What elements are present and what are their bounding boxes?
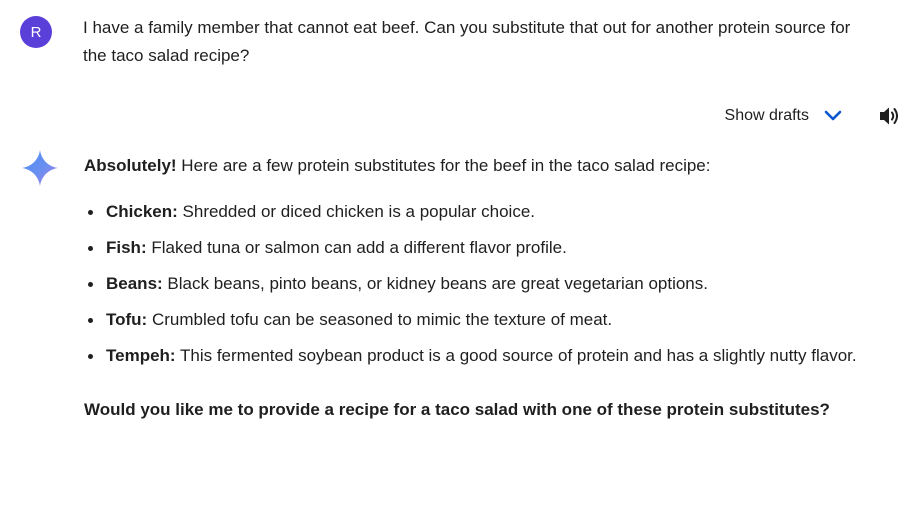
list-item: Fish: Flaked tuna or salmon can add a di…	[84, 234, 884, 262]
response-toolbar: Show drafts	[725, 104, 903, 128]
item-desc: Flaked tuna or salmon can add a differen…	[146, 238, 567, 257]
bullet-icon	[88, 354, 93, 359]
avatar-initial: R	[30, 23, 42, 41]
follow-up-question: Would you like me to provide a recipe fo…	[84, 400, 830, 419]
item-term: Chicken:	[106, 202, 178, 221]
list-item: Beans: Black beans, pinto beans, or kidn…	[84, 270, 884, 298]
bullet-icon	[88, 210, 93, 215]
gemini-sparkle-icon	[22, 150, 58, 186]
intro-bold: Absolutely!	[84, 156, 177, 175]
intro-text: Here are a few protein substitutes for t…	[176, 156, 711, 175]
bullet-icon	[88, 282, 93, 287]
volume-up-icon[interactable]	[877, 104, 903, 128]
substitute-list: Chicken: Shredded or diced chicken is a …	[84, 198, 884, 370]
bullet-icon	[88, 246, 93, 251]
user-avatar[interactable]: R	[20, 16, 52, 48]
user-message-text: I have a family member that cannot eat b…	[83, 18, 851, 65]
item-desc: Shredded or diced chicken is a popular c…	[177, 202, 536, 221]
user-message: R I have a family member that cannot eat…	[20, 14, 900, 70]
chevron-down-icon	[823, 106, 843, 126]
assistant-response: Absolutely! Here are a few protein subst…	[84, 152, 884, 428]
item-term: Beans:	[106, 274, 163, 293]
list-item: Chicken: Shredded or diced chicken is a …	[84, 198, 884, 226]
show-drafts-label: Show drafts	[724, 107, 809, 124]
item-term: Tofu:	[106, 310, 148, 329]
item-desc: Black beans, pinto beans, or kidney bean…	[162, 274, 708, 293]
list-item: Tempeh: This fermented soybean product i…	[84, 342, 884, 370]
item-desc: This fermented soybean product is a good…	[175, 346, 857, 365]
item-term: Fish:	[106, 238, 147, 257]
bullet-icon	[88, 318, 93, 323]
list-item: Tofu: Crumbled tofu can be seasoned to m…	[84, 306, 884, 334]
show-drafts-button[interactable]: Show drafts	[725, 106, 843, 126]
response-intro: Absolutely! Here are a few protein subst…	[84, 152, 884, 180]
item-desc: Crumbled tofu can be seasoned to mimic t…	[147, 310, 613, 329]
item-term: Tempeh:	[106, 346, 176, 365]
